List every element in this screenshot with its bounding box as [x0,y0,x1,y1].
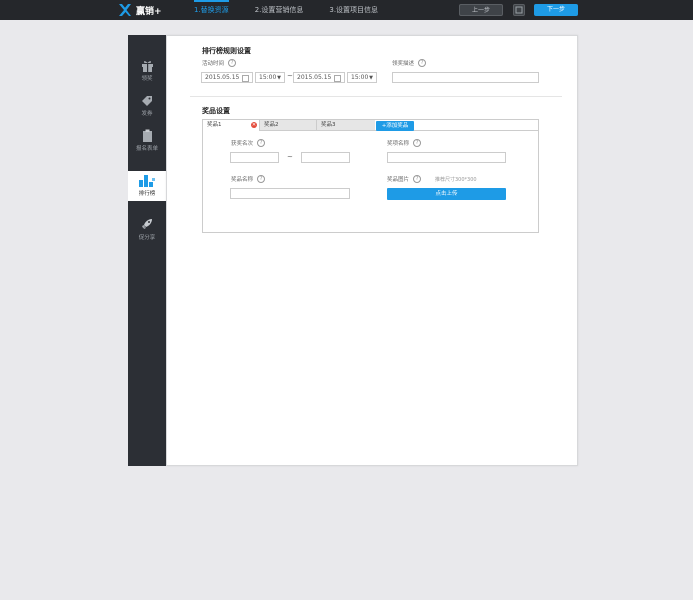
sidebar-item-ranking[interactable]: 排行榜 [128,171,166,201]
start-date-input[interactable]: 2015.05.15 [201,72,253,83]
tab-label: 奖品3 [321,122,336,128]
close-icon[interactable]: ✕ [251,122,257,128]
help-icon[interactable]: ? [418,59,427,67]
award-name-input[interactable] [387,152,506,163]
rank-range-separator: ~ [287,153,293,161]
sidebar-item-coupon[interactable]: 发券 [128,95,166,117]
tag-icon [142,96,152,106]
prize-image-label: 奖品图片? [387,175,422,183]
brand-x-icon [119,4,131,16]
start-time-select[interactable]: 15:00 ▼ [255,72,285,83]
section-divider [190,96,562,97]
prize-name-text: 奖品名称 [231,177,254,183]
tab-label: 奖品1 [207,122,222,128]
sidebar-item-share[interactable]: 促分享 [128,217,166,241]
activity-time-text: 活动时间 [202,61,225,67]
component-sidebar: 领奖 发券 报名表单 排行榜 促分享 [128,35,166,466]
top-bar: 赢销+ 1.替换资源 2.设置营销信息 3.设置项目信息 上一步 下一步 [0,0,693,20]
prize-desc-input[interactable] [392,72,539,83]
prize-desc-label: 领奖描述? [392,59,427,67]
rules-title: 排行榜规则设置 [202,47,251,55]
activity-time-label: 活动时间? [202,59,237,67]
prize-name-input[interactable] [230,188,350,199]
end-date-value: 2015.05.15 [297,74,332,81]
sidebar-item-form[interactable]: 报名表单 [128,129,166,152]
date-range-separator: ~ [287,72,293,80]
tab-prize-1[interactable]: 奖品1 ✕ [203,120,260,131]
help-icon[interactable]: ? [257,175,266,183]
sidebar-item-label: 报名表单 [135,146,158,152]
prize-image-text: 奖品图片 [387,177,410,183]
step-replace-resources[interactable]: 1.替换资源 [194,0,229,20]
prev-step-button[interactable]: 上一步 [459,4,503,16]
help-icon[interactable]: ? [228,59,237,67]
help-icon[interactable]: ? [413,139,422,147]
tab-prize-3[interactable]: 奖品3 [317,120,375,131]
next-step-button[interactable]: 下一步 [534,4,578,16]
calendar-icon[interactable] [242,75,249,82]
prize-desc-text: 领奖描述 [392,61,415,67]
tab-label: 奖品2 [264,122,279,128]
chevron-down-icon: ▼ [369,75,373,81]
gift-icon [141,61,153,72]
end-time-select[interactable]: 15:00 ▼ [347,72,377,83]
brand-name: 赢销+ [136,6,162,17]
step-marketing-info[interactable]: 2.设置营销信息 [255,0,304,20]
sidebar-item-prize[interactable]: 领奖 [128,60,166,82]
award-name-text: 奖项名称 [387,141,410,147]
end-time-value: 15:00 [351,74,369,81]
prize-settings-title: 奖品设置 [202,107,230,115]
step-project-info[interactable]: 3.设置项目信息 [329,0,378,20]
clipboard-icon [142,129,152,142]
start-date-value: 2015.05.15 [205,74,240,81]
calendar-icon[interactable] [334,75,341,82]
preview-icon[interactable] [513,4,525,16]
prize-name-label: 奖品名称? [231,175,266,183]
chevron-down-icon: ▼ [277,75,281,81]
tab-prize-2[interactable]: 奖品2 [260,120,317,131]
image-size-hint: 推荐尺寸300*300 [435,177,477,183]
help-icon[interactable]: ? [257,139,266,147]
rocket-icon [142,219,152,229]
settings-panel [166,35,578,466]
sidebar-item-label: 排行榜 [138,191,156,197]
rank-label: 获奖名次? [231,139,266,147]
sidebar-item-label: 发券 [141,111,153,117]
rank-from-input[interactable] [230,152,279,163]
rank-text: 获奖名次 [231,141,254,147]
ranking-icon [139,175,155,187]
end-date-input[interactable]: 2015.05.15 [293,72,345,83]
sidebar-item-label: 促分享 [138,235,156,241]
upload-image-button[interactable]: 点击上传 [387,188,506,200]
brand-logo: 赢销+ [118,3,162,17]
rank-to-input[interactable] [301,152,350,163]
add-prize-button[interactable]: +添加奖品 [376,121,414,131]
start-time-value: 15:00 [259,74,277,81]
step-nav: 1.替换资源 2.设置营销信息 3.设置项目信息 [194,0,404,20]
sidebar-item-label: 领奖 [141,76,153,82]
help-icon[interactable]: ? [413,175,422,183]
award-name-label: 奖项名称? [387,139,422,147]
